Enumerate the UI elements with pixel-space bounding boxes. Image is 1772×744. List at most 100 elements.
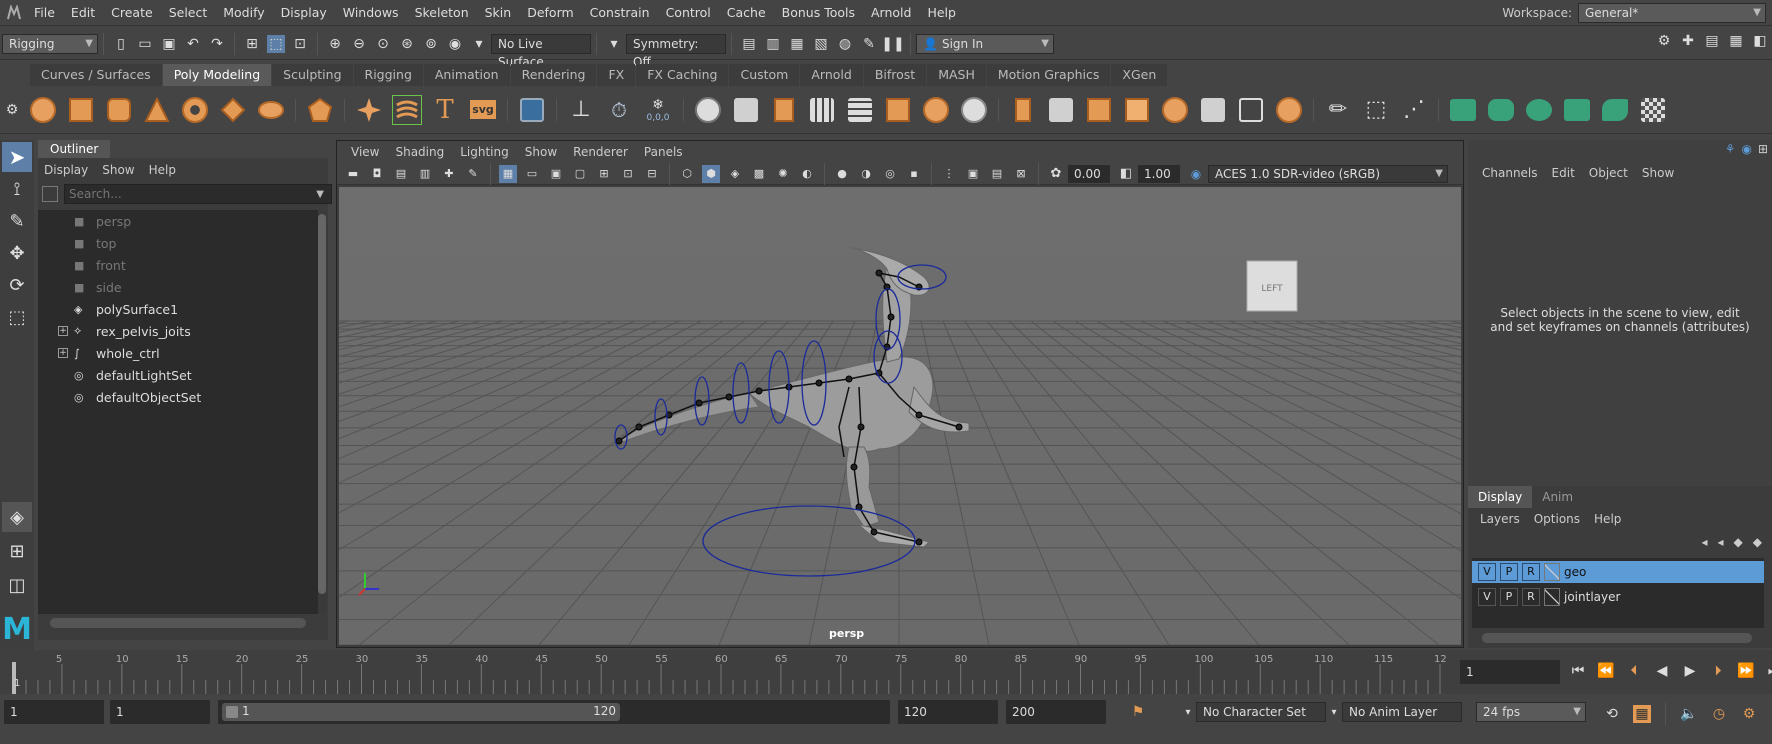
paint-select-tool-icon[interactable]: ✎ xyxy=(2,206,32,236)
bevel-icon[interactable] xyxy=(1084,95,1114,125)
menu-select[interactable]: Select xyxy=(161,0,216,26)
menu-skeleton[interactable]: Skeleton xyxy=(407,0,477,26)
shelf-tab-fx[interactable]: FX xyxy=(597,64,636,86)
menu-display[interactable]: Display xyxy=(273,0,335,26)
gamma-field[interactable]: 1.00 xyxy=(1138,164,1180,183)
attribute-editor-icon[interactable]: ▤ xyxy=(1703,32,1721,50)
extrude-icon[interactable] xyxy=(1008,95,1038,125)
layout-single-icon[interactable]: ◈ xyxy=(2,502,32,532)
layer-row[interactable]: V P Rjointlayer xyxy=(1472,586,1764,608)
select-tool-icon[interactable]: ➤ xyxy=(2,142,32,172)
viewport-menu-renderer[interactable]: Renderer xyxy=(565,141,636,163)
lock-icon[interactable]: ◉ xyxy=(1741,142,1751,156)
menu-arnold[interactable]: Arnold xyxy=(863,0,919,26)
uv-spherical-icon[interactable] xyxy=(1524,95,1554,125)
view-cube[interactable]: LEFT xyxy=(1246,260,1298,312)
shelf-tab-bifrost[interactable]: Bifrost xyxy=(863,64,927,86)
poly-sphere-icon[interactable] xyxy=(28,95,58,125)
outliner-item[interactable]: ◎ defaultObjectSet xyxy=(38,386,318,408)
outliner-menu-show[interactable]: Show xyxy=(102,163,134,177)
bookmark-icon[interactable]: ▤ xyxy=(392,165,410,183)
viewport-menu-shading[interactable]: Shading xyxy=(387,141,452,163)
exposure-icon[interactable]: ✿ xyxy=(1047,165,1065,183)
menu-control[interactable]: Control xyxy=(658,0,719,26)
poly-text-icon[interactable]: T xyxy=(430,95,460,125)
animation-end-field[interactable]: 200 xyxy=(1006,700,1106,724)
uv-cylindrical-icon[interactable] xyxy=(1486,95,1516,125)
current-frame-field[interactable]: 1 xyxy=(1460,660,1560,684)
workspace-dropdown[interactable]: General* ▼ xyxy=(1578,3,1766,23)
field-chart-icon[interactable]: ⊞ xyxy=(595,165,613,183)
snap-options-icon[interactable]: ▾ xyxy=(470,35,488,53)
xray-components-icon[interactable]: ⊠ xyxy=(1012,165,1030,183)
layer-row[interactable]: V P Rgeo xyxy=(1472,561,1764,583)
modeling-toolkit-icon[interactable]: ⚙ xyxy=(1655,32,1673,50)
new-layer-icon[interactable]: ◆ xyxy=(1734,535,1743,549)
target-weld-icon[interactable]: ⬚ xyxy=(1361,95,1391,125)
gamma-icon[interactable]: ◧ xyxy=(1117,165,1135,183)
shelf-tab-curves-surfaces[interactable]: Curves / Surfaces xyxy=(30,64,162,86)
shelf-tab-rigging[interactable]: Rigging xyxy=(353,64,423,86)
poly-cone-icon[interactable] xyxy=(142,95,172,125)
layer-color-swatch[interactable] xyxy=(1544,588,1560,606)
mode-dropdown[interactable]: Rigging ▼ xyxy=(2,33,98,54)
outliner-item[interactable]: ◎ defaultLightSet xyxy=(38,364,318,386)
shelf-tab-arnold[interactable]: Arnold xyxy=(800,64,863,86)
chevron-down-icon[interactable]: ▼ xyxy=(316,189,324,200)
shelf-tab-mash[interactable]: MASH xyxy=(927,64,986,86)
channel-menu-channels[interactable]: Channels xyxy=(1482,166,1538,180)
multi-cut-icon[interactable]: ✏ xyxy=(1323,95,1353,125)
remesh-icon[interactable] xyxy=(959,95,989,125)
shelf-tab-poly-modeling[interactable]: Poly Modeling xyxy=(162,64,272,86)
save-scene-icon[interactable]: ▣ xyxy=(160,35,178,53)
undo-icon[interactable]: ↶ xyxy=(184,35,202,53)
reduce-icon[interactable] xyxy=(845,95,875,125)
sweep-mesh-icon[interactable] xyxy=(392,94,422,125)
viewport-menu-panels[interactable]: Panels xyxy=(636,141,691,163)
pause-icon[interactable]: ❚❚ xyxy=(881,35,904,53)
viewport-menu-view[interactable]: View xyxy=(343,141,387,163)
character-set-dropdown[interactable]: No Character Set xyxy=(1196,702,1326,722)
outliner-menu-help[interactable]: Help xyxy=(149,163,176,177)
exposure-field[interactable]: 0.00 xyxy=(1068,164,1110,183)
outliner-item[interactable]: ■ front xyxy=(38,254,318,276)
separate-icon[interactable] xyxy=(731,95,761,125)
redo-icon[interactable]: ↷ xyxy=(208,35,226,53)
go-to-start-icon[interactable]: ⏮ xyxy=(1569,662,1587,680)
film-gate-icon[interactable]: ▭ xyxy=(523,165,541,183)
filter-icon[interactable] xyxy=(42,186,58,202)
cached-playback-icon[interactable]: ▦ xyxy=(1633,705,1651,723)
snap-grid-icon[interactable]: ⊕ xyxy=(326,35,344,53)
snap-view-icon[interactable]: ⊛ xyxy=(398,35,416,53)
outliner-item[interactable]: ■ top xyxy=(38,232,318,254)
rotate-tool-icon[interactable]: ⟳ xyxy=(2,270,32,300)
platonic-solid-icon[interactable] xyxy=(305,95,335,125)
playback-end-field[interactable]: 120 xyxy=(898,700,998,724)
time-slider[interactable]: 1 5 10 15 20 25 30 35 40 45 50 55 60 65 70 75 80 85 90 95 10… xyxy=(0,650,1772,694)
scroll-thumb[interactable] xyxy=(318,214,326,594)
wireframe-icon[interactable]: ⬡ xyxy=(678,165,696,183)
auto-key-icon[interactable]: ⚑ xyxy=(1129,703,1147,721)
grid-icon[interactable]: ▦ xyxy=(499,164,517,183)
outliner-hscrollbar[interactable] xyxy=(50,618,306,628)
combine-icon[interactable] xyxy=(693,95,723,125)
isolate-select-icon[interactable]: ⋮ xyxy=(940,165,958,183)
poly-cube-icon[interactable] xyxy=(66,95,96,125)
play-forward-icon[interactable]: ▶ xyxy=(1681,662,1699,680)
layer-tab-display[interactable]: Display xyxy=(1468,486,1533,508)
motion-blur-icon[interactable]: ◑ xyxy=(857,165,875,183)
sign-in-dropdown[interactable]: 👤 Sign In ▼ xyxy=(916,33,1054,54)
channel-box-icon[interactable]: ◧ xyxy=(1751,32,1769,50)
super-shape-icon[interactable] xyxy=(354,95,384,125)
move-tool-icon[interactable]: ✥ xyxy=(2,238,32,268)
animation-start-field[interactable]: 1 xyxy=(4,700,104,724)
channel-menu-show[interactable]: Show xyxy=(1642,166,1674,180)
channel-menu-object[interactable]: Object xyxy=(1589,166,1628,180)
shelf-tab-custom[interactable]: Custom xyxy=(729,64,800,86)
reset-transform-icon[interactable]: ❄ 0,0,0 xyxy=(642,95,674,125)
render-settings-icon[interactable]: ▧ xyxy=(812,35,830,53)
shelf-tab-fx-caching[interactable]: FX Caching xyxy=(636,64,729,86)
poly-disc-icon[interactable] xyxy=(256,95,286,125)
outliner-menu-display[interactable]: Display xyxy=(44,163,88,177)
poly-cylinder-icon[interactable] xyxy=(104,95,134,125)
